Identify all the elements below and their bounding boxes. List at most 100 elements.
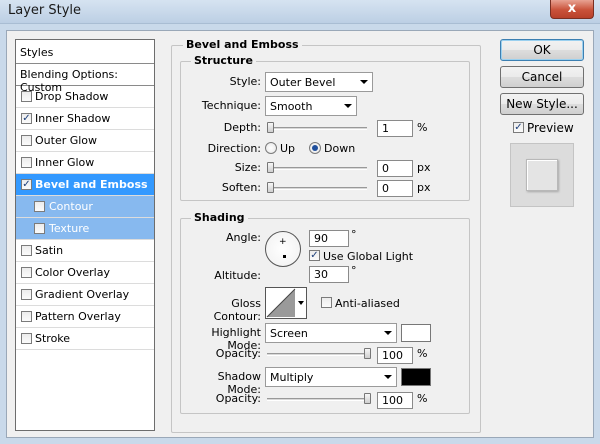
size-unit: px	[417, 161, 431, 174]
depth-label: Depth:	[223, 121, 261, 134]
satin-checkbox[interactable]	[21, 245, 32, 256]
highlight-opacity-slider-thumb[interactable]	[364, 348, 371, 359]
chevron-down-icon	[344, 104, 352, 108]
style-item-bevel-emboss[interactable]: ✓ Bevel and Emboss	[16, 174, 154, 196]
direction-up-radio[interactable]	[265, 142, 277, 154]
close-button[interactable]: x	[550, 0, 594, 19]
altitude-field[interactable]: 30	[309, 266, 349, 283]
color-overlay-checkbox[interactable]	[21, 267, 32, 278]
cancel-button[interactable]: Cancel	[500, 66, 584, 88]
altitude-unit: °	[351, 264, 357, 277]
angle-dial[interactable]: +	[265, 231, 301, 267]
highlight-mode-value: Screen	[270, 327, 308, 340]
shadow-mode-value: Multiply	[270, 371, 314, 384]
antialiased-checkbox[interactable]	[321, 297, 332, 308]
chevron-down-icon[interactable]	[298, 301, 304, 305]
gradient-overlay-checkbox[interactable]	[21, 289, 32, 300]
style-item-label: Texture	[49, 222, 90, 235]
style-item-label: Satin	[35, 244, 64, 257]
size-slider[interactable]	[267, 167, 367, 170]
size-field[interactable]: 0	[377, 160, 413, 177]
direction-down-radio[interactable]	[309, 142, 321, 154]
shadow-color-swatch[interactable]	[401, 368, 431, 386]
highlight-color-swatch[interactable]	[401, 324, 431, 342]
soften-slider[interactable]	[267, 187, 367, 190]
gloss-contour-picker[interactable]	[265, 287, 307, 319]
outer-glow-checkbox[interactable]	[21, 135, 32, 146]
technique-select[interactable]: Smooth	[265, 96, 357, 116]
shading-title: Shading	[191, 211, 248, 224]
style-item-label: Inner Shadow	[35, 112, 111, 125]
angle-crosshair-icon: +	[279, 237, 287, 247]
style-item-outer-glow[interactable]: Outer Glow	[16, 130, 154, 152]
title-bar: Layer Style x	[0, 0, 600, 24]
new-style-button[interactable]: New Style...	[500, 93, 584, 115]
styles-list: Styles Blending Options: Custom Drop Sha…	[15, 39, 155, 431]
soften-field[interactable]: 0	[377, 180, 413, 197]
preview-checkbox[interactable]: ✓	[513, 122, 524, 133]
angle-field[interactable]: 90	[309, 230, 349, 247]
shadow-opacity-label: Opacity:	[215, 392, 261, 405]
style-item-color-overlay[interactable]: Color Overlay	[16, 262, 154, 284]
style-item-satin[interactable]: Satin	[16, 240, 154, 262]
highlight-mode-select[interactable]: Screen	[265, 323, 397, 343]
style-item-label: Gradient Overlay	[35, 288, 130, 301]
highlight-opacity-slider[interactable]	[267, 353, 369, 356]
style-select[interactable]: Outer Bevel	[265, 72, 373, 92]
shadow-opacity-slider-thumb[interactable]	[364, 393, 371, 404]
style-item-inner-shadow[interactable]: ✓ Inner Shadow	[16, 108, 154, 130]
direction-label: Direction:	[207, 142, 261, 155]
bevel-emboss-title: Bevel and Emboss	[183, 38, 302, 51]
style-item-contour[interactable]: Contour	[16, 196, 154, 218]
stroke-checkbox[interactable]	[21, 333, 32, 344]
shadow-mode-select[interactable]: Multiply	[265, 367, 397, 387]
style-item-label: Inner Glow	[35, 156, 95, 169]
style-item-drop-shadow[interactable]: Drop Shadow	[16, 86, 154, 108]
style-item-pattern-overlay[interactable]: Pattern Overlay	[16, 306, 154, 328]
antialiased-label: Anti-aliased	[335, 297, 400, 310]
blending-options-item[interactable]: Blending Options: Custom	[16, 64, 154, 94]
structure-title: Structure	[191, 54, 256, 67]
depth-unit: %	[417, 121, 428, 134]
drop-shadow-checkbox[interactable]	[21, 91, 32, 102]
shadow-opacity-slider[interactable]	[267, 398, 369, 401]
highlight-opacity-unit: %	[417, 347, 428, 360]
style-select-value: Outer Bevel	[270, 76, 336, 89]
highlight-opacity-field[interactable]: 100	[377, 347, 413, 364]
ok-button[interactable]: OK	[500, 39, 584, 61]
technique-select-value: Smooth	[270, 100, 313, 113]
style-label: Style:	[229, 75, 261, 88]
chevron-down-icon	[384, 331, 392, 335]
style-item-texture[interactable]: Texture	[16, 218, 154, 240]
contour-checkbox[interactable]	[34, 201, 45, 212]
soften-label: Soften:	[221, 181, 261, 194]
chevron-down-icon	[384, 375, 392, 379]
style-item-inner-glow[interactable]: Inner Glow	[16, 152, 154, 174]
style-item-label: Color Overlay	[35, 266, 110, 279]
size-slider-thumb[interactable]	[267, 162, 274, 173]
inner-shadow-checkbox[interactable]: ✓	[21, 113, 32, 124]
global-light-checkbox[interactable]: ✓	[309, 250, 320, 261]
depth-field[interactable]: 1	[377, 120, 413, 137]
direction-down-label: Down	[324, 142, 356, 155]
shadow-opacity-unit: %	[417, 392, 428, 405]
bevel-emboss-checkbox[interactable]: ✓	[21, 179, 32, 190]
dialog-body: Styles Blending Options: Custom Drop Sha…	[6, 30, 594, 438]
style-item-stroke[interactable]: Stroke	[16, 328, 154, 350]
depth-slider-thumb[interactable]	[267, 122, 274, 133]
preview-label: Preview	[527, 121, 574, 135]
shadow-opacity-field[interactable]: 100	[377, 392, 413, 409]
styles-header[interactable]: Styles	[16, 40, 154, 64]
style-item-label: Outer Glow	[35, 134, 98, 147]
style-item-gradient-overlay[interactable]: Gradient Overlay	[16, 284, 154, 306]
angle-unit: °	[351, 228, 357, 241]
size-label: Size:	[234, 161, 261, 174]
soften-slider-thumb[interactable]	[267, 182, 274, 193]
inner-glow-checkbox[interactable]	[21, 157, 32, 168]
technique-label: Technique:	[201, 99, 261, 112]
pattern-overlay-checkbox[interactable]	[21, 311, 32, 322]
depth-slider[interactable]	[267, 127, 367, 130]
window-title: Layer Style	[8, 3, 82, 18]
texture-checkbox[interactable]	[34, 223, 45, 234]
highlight-opacity-label: Opacity:	[215, 347, 261, 360]
